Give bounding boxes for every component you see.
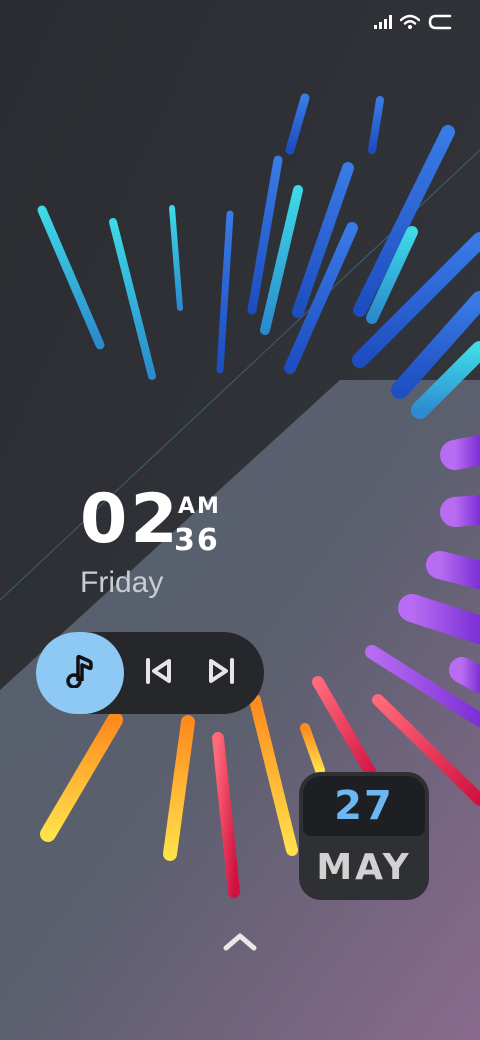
clock-minute: 36 [174,523,220,558]
previous-track-icon [143,656,173,690]
swipe-up-handle[interactable] [220,928,260,954]
date-day-panel: 27 [303,776,425,836]
signal-icon [374,15,392,29]
music-widget [36,632,264,714]
music-note-icon [65,654,95,692]
next-track-button[interactable] [204,655,240,691]
chevron-up-icon [220,933,260,958]
music-app-button[interactable] [36,632,124,714]
previous-track-button[interactable] [140,655,176,691]
clock-day: Friday [80,566,164,599]
next-track-icon [207,656,237,690]
status-bar [374,14,452,30]
wifi-icon [400,14,420,30]
clock-ampm: AM [178,494,221,519]
date-day: 27 [334,783,394,829]
date-widget[interactable]: 27 MAY [299,772,429,900]
clock-hour: 02 [80,480,181,559]
battery-icon [428,14,452,30]
date-month: MAY [316,847,412,888]
